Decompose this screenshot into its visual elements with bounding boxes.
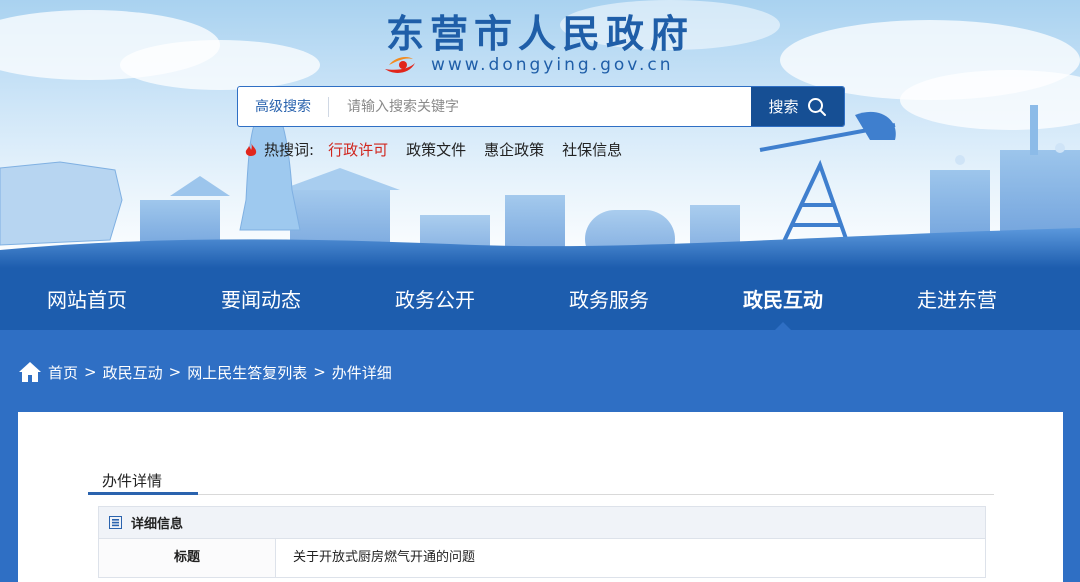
breadcrumb-interaction[interactable]: 政民互动 xyxy=(103,362,163,383)
header-banner: 东营市人民政府 www.dongying.gov.cn 高级搜索 搜索 xyxy=(0,0,1080,268)
breadcrumb-separator: > xyxy=(313,363,326,381)
site-url: www.dongying.gov.cn xyxy=(431,55,674,75)
hot-search-link[interactable]: 社保信息 xyxy=(562,139,622,160)
flame-icon xyxy=(245,142,257,156)
nav-item-open-government[interactable]: 政务公开 xyxy=(348,268,522,330)
search-button-label: 搜索 xyxy=(768,98,799,116)
hot-search-row: 热搜词: 行政许可 政策文件 惠企政策 社保信息 xyxy=(244,139,622,160)
tab-divider xyxy=(88,494,994,495)
breadcrumb-current: 办件详细 xyxy=(331,363,392,382)
hot-search-link[interactable]: 行政许可 xyxy=(328,139,388,160)
oil-pump-illustration xyxy=(759,123,896,251)
breadcrumb: 首页 > 政民互动 > 网上民生答复列表 > 办件详细 xyxy=(18,357,392,387)
search-icon xyxy=(807,97,826,116)
nav-item-about-dongying[interactable]: 走进东营 xyxy=(870,268,1044,330)
detail-section-header: 详细信息 xyxy=(99,507,985,539)
site-title: 东营市人民政府 xyxy=(385,11,694,56)
detail-section-title: 详细信息 xyxy=(131,517,184,532)
list-icon xyxy=(109,516,122,529)
content-card: 办件详情 详细信息 标题 关于开放式厨房燃气开通的问题 xyxy=(18,412,1063,582)
hot-search-label: 热搜词: xyxy=(264,141,315,159)
search-bar: 高级搜索 搜索 xyxy=(237,86,845,127)
breadcrumb-home[interactable]: 首页 xyxy=(48,362,78,383)
breadcrumb-reply-list[interactable]: 网上民生答复列表 xyxy=(187,362,307,383)
advanced-search-link[interactable]: 高级搜索 xyxy=(238,96,329,117)
site-logo-icon xyxy=(385,57,415,73)
home-icon xyxy=(19,362,41,382)
search-input[interactable] xyxy=(329,87,751,126)
detail-table: 详细信息 标题 关于开放式厨房燃气开通的问题 xyxy=(98,506,986,578)
hot-search-link[interactable]: 政策文件 xyxy=(406,139,466,160)
search-button[interactable]: 搜索 xyxy=(751,87,844,126)
main-nav: 网站首页 要闻动态 政务公开 政务服务 政民互动 走进东营 xyxy=(0,268,1080,330)
nav-item-interaction[interactable]: 政民互动 xyxy=(696,268,870,330)
hot-search-link[interactable]: 惠企政策 xyxy=(484,139,544,160)
row-value: 关于开放式厨房燃气开通的问题 xyxy=(293,550,476,565)
row-label: 标题 xyxy=(99,539,276,577)
table-row: 标题 关于开放式厨房燃气开通的问题 xyxy=(99,539,985,578)
nav-item-news[interactable]: 要闻动态 xyxy=(174,268,348,330)
page: 东营市人民政府 www.dongying.gov.cn 高级搜索 搜索 xyxy=(0,0,1080,582)
nav-item-home[interactable]: 网站首页 xyxy=(0,268,174,330)
breadcrumb-separator: > xyxy=(84,363,97,381)
nav-item-services[interactable]: 政务服务 xyxy=(522,268,696,330)
breadcrumb-separator: > xyxy=(168,363,182,381)
tab-detail[interactable]: 办件详情 xyxy=(102,470,166,497)
site-logo-row: www.dongying.gov.cn xyxy=(383,52,674,78)
